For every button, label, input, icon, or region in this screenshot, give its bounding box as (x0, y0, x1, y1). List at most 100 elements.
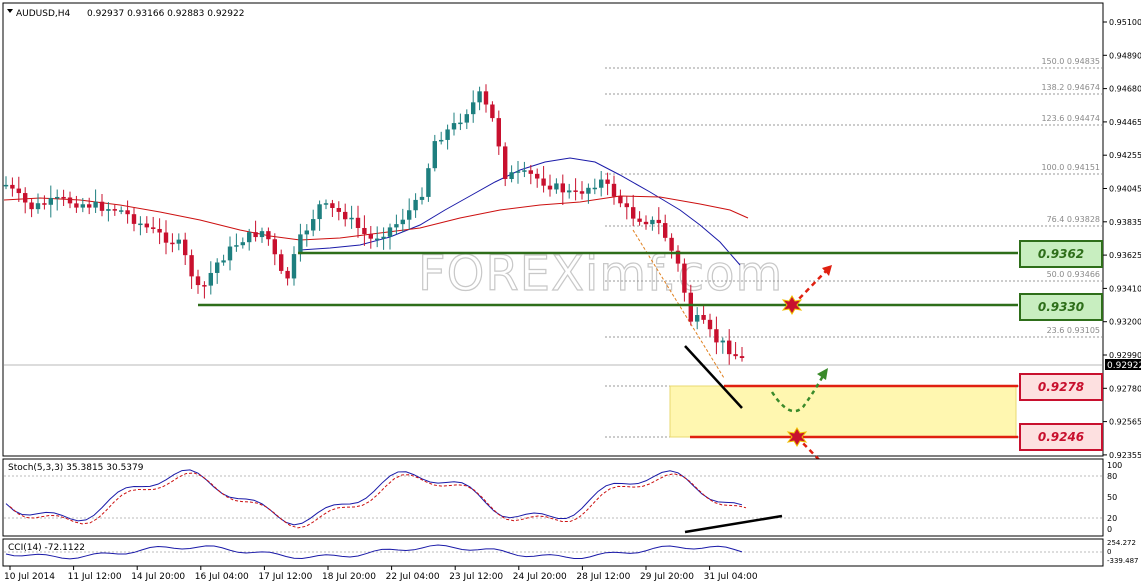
candle-body (445, 129, 450, 140)
candle-body (586, 187, 591, 194)
candle-body (663, 223, 668, 238)
stochastic-title: Stoch(5,3,3) 35.3815 30.5379 (8, 463, 144, 473)
price-tick-label: 0.95100 (1109, 18, 1141, 27)
candle-body (119, 210, 124, 212)
cci-title: CCI(14) -72.1122 (8, 543, 85, 553)
candle-body (695, 315, 700, 322)
candle-body (343, 211, 348, 220)
candle-body (471, 102, 476, 115)
price-panel[interactable]: FOREXimf.com 150.0 0.94835 138.2 0.94674… (2, 2, 1104, 477)
candle-body (183, 239, 188, 256)
candle-body (131, 214, 137, 224)
price-tick-label: 0.94465 (1109, 118, 1141, 127)
price-tick-label: 0.94255 (1109, 151, 1141, 160)
candle-body (650, 219, 655, 225)
candle-body (208, 272, 213, 286)
candle-body (394, 224, 399, 228)
candle-body (611, 183, 617, 197)
candle-body (554, 183, 559, 190)
level-value: 0.9362 (1038, 247, 1084, 261)
candle-body (688, 292, 693, 322)
candle-body (55, 196, 60, 199)
candle-body (477, 91, 482, 103)
time-tick-label: 22 Jul 04:00 (386, 572, 440, 582)
candle-body (528, 170, 533, 174)
candle-body (573, 190, 578, 192)
level-label-s2: 0.9246 (1019, 423, 1103, 451)
level-value: 0.9278 (1038, 380, 1084, 394)
candle-body (323, 203, 329, 205)
candle-body (151, 227, 156, 229)
time-tick-label: 18 Jul 20:00 (322, 572, 376, 582)
candle-body (483, 91, 489, 105)
candle-body (701, 315, 706, 320)
candle-body (93, 201, 98, 208)
level-label-s1: 0.9278 (1019, 373, 1103, 401)
candle-body (624, 203, 629, 208)
candle-body (509, 172, 514, 180)
price-tick-label: 0.92990 (1109, 351, 1141, 360)
candle-body (61, 196, 66, 199)
cci-tick: 0 (1107, 548, 1111, 556)
cci-tick: -339.487 (1107, 557, 1138, 565)
candle-body (656, 219, 661, 224)
price-tick-label: 0.93625 (1109, 251, 1141, 260)
time-tick-label: 31 Jul 04:00 (704, 572, 758, 582)
candle-body (419, 196, 425, 200)
trading-chart[interactable]: FOREXimf.com 150.0 0.94835 138.2 0.94674… (0, 0, 1141, 586)
candle-body (304, 230, 309, 235)
candle-body (221, 260, 226, 263)
candle-body (330, 203, 335, 209)
price-tick-label: 0.92565 (1109, 418, 1141, 427)
candle-body (215, 262, 220, 273)
candle-body (253, 232, 258, 238)
time-tick-label: 23 Jul 12:00 (449, 572, 503, 582)
candle-body (407, 210, 412, 220)
candle-body (707, 319, 713, 330)
candle-body (23, 193, 28, 203)
candle-body (80, 204, 85, 208)
price-tick-label: 0.93200 (1109, 318, 1141, 327)
candle-body (451, 123, 457, 130)
candle-body (381, 236, 386, 239)
time-tick-label: 11 Jul 12:00 (68, 572, 122, 582)
candle-body (195, 276, 201, 286)
candle-body (125, 210, 130, 215)
cci-panel[interactable]: CCI(14) -72.1122 254.272 0 -339.487 (2, 538, 1138, 567)
candle-body (266, 231, 271, 240)
candle-body (375, 238, 380, 241)
stoch-tick-label: 50 (1107, 493, 1117, 502)
candle-body (227, 246, 233, 261)
fib-label: 123.6 0.94474 (1041, 114, 1100, 123)
support-zone (669, 385, 1017, 438)
candle-body (35, 203, 41, 210)
current-price-tag: 0.92922 (1105, 359, 1141, 371)
candle-body (259, 231, 265, 238)
candle-body (202, 285, 207, 287)
candle-body (368, 233, 373, 239)
fib-label: 23.6 0.93105 (1047, 326, 1100, 335)
candle-body (3, 184, 9, 187)
stochastic-panel[interactable]: Stoch(5,3,3) 35.3815 30.5379 100 80 50 20 0 (2, 458, 1122, 537)
candle-body (432, 141, 437, 169)
level-label-r1: 0.9362 (1019, 240, 1103, 268)
candle-body (317, 204, 322, 220)
candle-body (240, 242, 245, 246)
time-tick-label: 16 Jul 04:00 (195, 572, 249, 582)
candle-body (285, 270, 290, 279)
candle-body (714, 329, 719, 343)
candle-body (541, 178, 546, 186)
candle-body (720, 340, 725, 343)
candle-body (400, 219, 405, 225)
candle-body (560, 183, 565, 193)
candle-body (503, 146, 508, 180)
candle-body (112, 209, 117, 211)
candle-body (579, 191, 585, 194)
candle-body (522, 170, 527, 172)
candle-body (387, 227, 393, 237)
candle-body (99, 201, 105, 211)
candle-body (106, 209, 111, 211)
candle-body (631, 207, 636, 219)
candle-body (618, 196, 623, 204)
candle-body (74, 203, 79, 208)
